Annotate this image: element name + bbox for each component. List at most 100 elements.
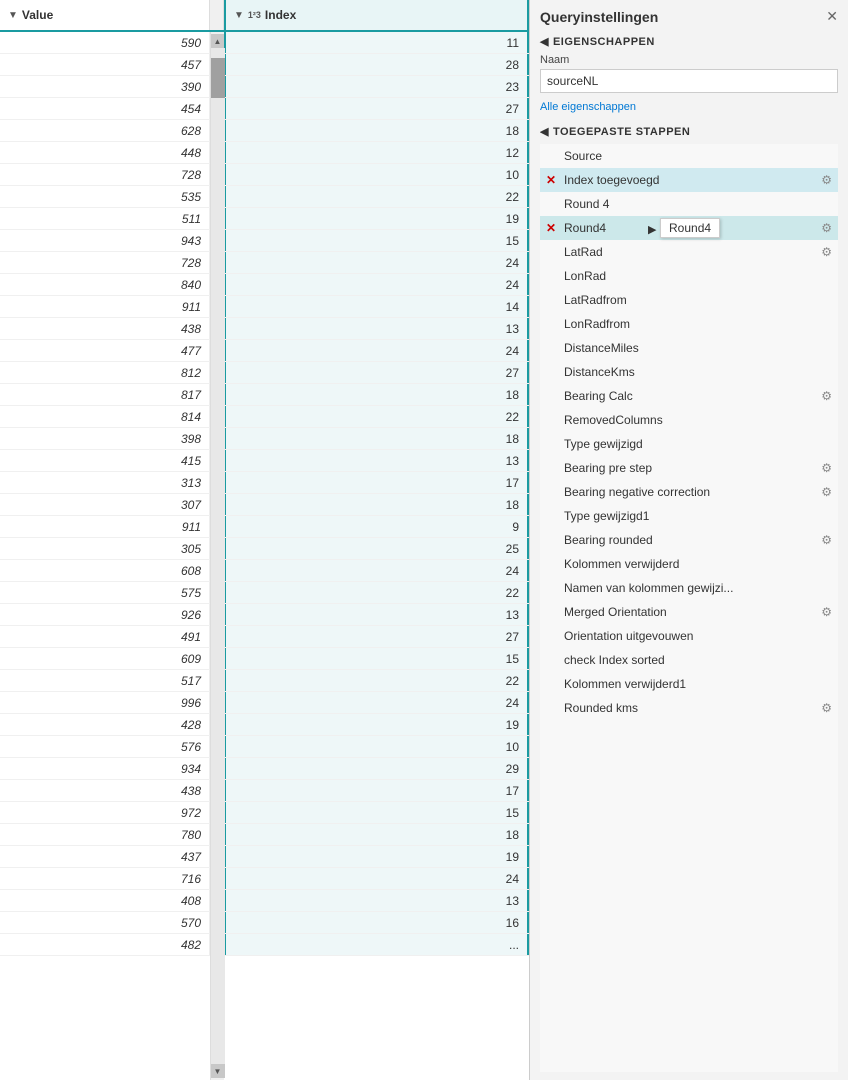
- scrollbar[interactable]: ▲ ▼: [210, 32, 224, 1080]
- filter-icon-value[interactable]: ▼: [8, 10, 18, 21]
- table-row: 19: [224, 846, 529, 868]
- step-gear-button[interactable]: ⚙: [821, 485, 832, 499]
- table-row: 934: [0, 758, 210, 780]
- table-row: 17: [224, 780, 529, 802]
- cell-value: 491: [0, 626, 210, 647]
- step-item[interactable]: Bearing rounded⚙: [540, 528, 838, 552]
- step-gear-button[interactable]: ⚙: [821, 389, 832, 403]
- table-row: 575: [0, 582, 210, 604]
- cell-index: ...: [224, 934, 529, 955]
- step-name-label: Rounded kms: [564, 701, 817, 715]
- step-item[interactable]: ✕Index toegevoegd⚙: [540, 168, 838, 192]
- cell-value: 511: [0, 208, 210, 229]
- panel-header: Queryinstellingen ✕: [540, 8, 838, 25]
- cell-value: 814: [0, 406, 210, 427]
- cell-index: 9: [224, 516, 529, 537]
- step-gear-button[interactable]: ⚙: [821, 701, 832, 715]
- step-item[interactable]: Type gewijzigd: [540, 432, 838, 456]
- step-name-label: Bearing negative correction: [564, 485, 817, 499]
- step-item[interactable]: Source: [540, 144, 838, 168]
- scroll-track[interactable]: [211, 48, 225, 1064]
- step-item[interactable]: Round 4: [540, 192, 838, 216]
- step-item[interactable]: DistanceKms: [540, 360, 838, 384]
- step-item[interactable]: Namen van kolommen gewijzi...: [540, 576, 838, 600]
- step-gear-button[interactable]: ⚙: [821, 221, 832, 235]
- step-item[interactable]: Type gewijzigd1: [540, 504, 838, 528]
- step-item[interactable]: LatRad⚙: [540, 240, 838, 264]
- step-item[interactable]: check Index sorted: [540, 648, 838, 672]
- panel-close-button[interactable]: ✕: [826, 8, 838, 25]
- table-row: 25: [224, 538, 529, 560]
- cell-value: 943: [0, 230, 210, 251]
- step-delete-button[interactable]: ✕: [546, 173, 560, 187]
- step-delete-button[interactable]: ✕: [546, 221, 560, 235]
- step-item[interactable]: LonRadfrom: [540, 312, 838, 336]
- cell-value: 972: [0, 802, 210, 823]
- step-item[interactable]: LatRadfrom: [540, 288, 838, 312]
- cell-value: 628: [0, 120, 210, 141]
- step-gear-button[interactable]: ⚙: [821, 245, 832, 259]
- step-item[interactable]: Kolommen verwijderd1: [540, 672, 838, 696]
- cell-index: 14: [224, 296, 529, 317]
- scroll-thumb[interactable]: [211, 58, 225, 98]
- step-name-label: RemovedColumns: [564, 413, 832, 427]
- step-item[interactable]: Bearing negative correction ⚙: [540, 480, 838, 504]
- step-item[interactable]: Bearing pre step⚙: [540, 456, 838, 480]
- cell-index: 24: [224, 692, 529, 713]
- table-row: 307: [0, 494, 210, 516]
- step-item[interactable]: Rounded kms ⚙: [540, 696, 838, 720]
- step-gear-button[interactable]: ⚙: [821, 533, 832, 547]
- scroll-down-button[interactable]: ▼: [211, 1064, 225, 1078]
- step-name-label: Source: [564, 149, 832, 163]
- cell-value: 448: [0, 142, 210, 163]
- step-item[interactable]: Bearing Calc ⚙: [540, 384, 838, 408]
- step-item[interactable]: LonRad: [540, 264, 838, 288]
- table-row: 19: [224, 714, 529, 736]
- step-item[interactable]: RemovedColumns: [540, 408, 838, 432]
- cell-value: 728: [0, 252, 210, 273]
- all-properties-link[interactable]: Alle eigenschappen: [540, 101, 636, 113]
- cell-index: 29: [224, 758, 529, 779]
- properties-section-title: ◀ EIGENSCHAPPEN: [540, 35, 838, 48]
- table-row: 716: [0, 868, 210, 890]
- col-header-index[interactable]: ▼ 1²3 Index: [224, 0, 529, 30]
- table-row: 13: [224, 318, 529, 340]
- cell-value: 840: [0, 274, 210, 295]
- step-item[interactable]: ✕Round4▶Round4⚙: [540, 216, 838, 240]
- cell-value: 817: [0, 384, 210, 405]
- cell-index: 13: [224, 604, 529, 625]
- table-row: 609: [0, 648, 210, 670]
- step-item[interactable]: DistanceMiles: [540, 336, 838, 360]
- steps-section-title: ◀ TOEGEPASTE STAPPEN: [540, 125, 838, 138]
- name-input[interactable]: [540, 69, 838, 93]
- step-gear-button[interactable]: ⚙: [821, 461, 832, 475]
- table-row: 18: [224, 428, 529, 450]
- step-item[interactable]: Kolommen verwijderd: [540, 552, 838, 576]
- cell-value: 398: [0, 428, 210, 449]
- step-item[interactable]: Merged Orientation⚙: [540, 600, 838, 624]
- cell-index: 19: [224, 208, 529, 229]
- step-gear-button[interactable]: ⚙: [821, 173, 832, 187]
- table-row: 19: [224, 208, 529, 230]
- cell-index: 13: [224, 450, 529, 471]
- table-row: 780: [0, 824, 210, 846]
- step-name-label: Bearing Calc: [564, 389, 817, 403]
- table-row: 415: [0, 450, 210, 472]
- table-row: 457: [0, 54, 210, 76]
- filter-icon-index[interactable]: ▼: [234, 10, 244, 21]
- step-gear-button[interactable]: ⚙: [821, 605, 832, 619]
- table-row: 18: [224, 120, 529, 142]
- step-name-label: LonRad: [564, 269, 832, 283]
- cell-index: 24: [224, 868, 529, 889]
- cell-index: 24: [224, 560, 529, 581]
- table-row: 22: [224, 670, 529, 692]
- scroll-up-button[interactable]: ▲: [211, 34, 225, 48]
- cell-index: 12: [224, 142, 529, 163]
- step-item[interactable]: Orientation uitgevouwen: [540, 624, 838, 648]
- table-row: 840: [0, 274, 210, 296]
- col-header-value[interactable]: ▼ Value: [0, 0, 210, 30]
- table-row: 29: [224, 758, 529, 780]
- table-row: 10: [224, 164, 529, 186]
- table-row: 11: [224, 32, 529, 54]
- table-row: 313: [0, 472, 210, 494]
